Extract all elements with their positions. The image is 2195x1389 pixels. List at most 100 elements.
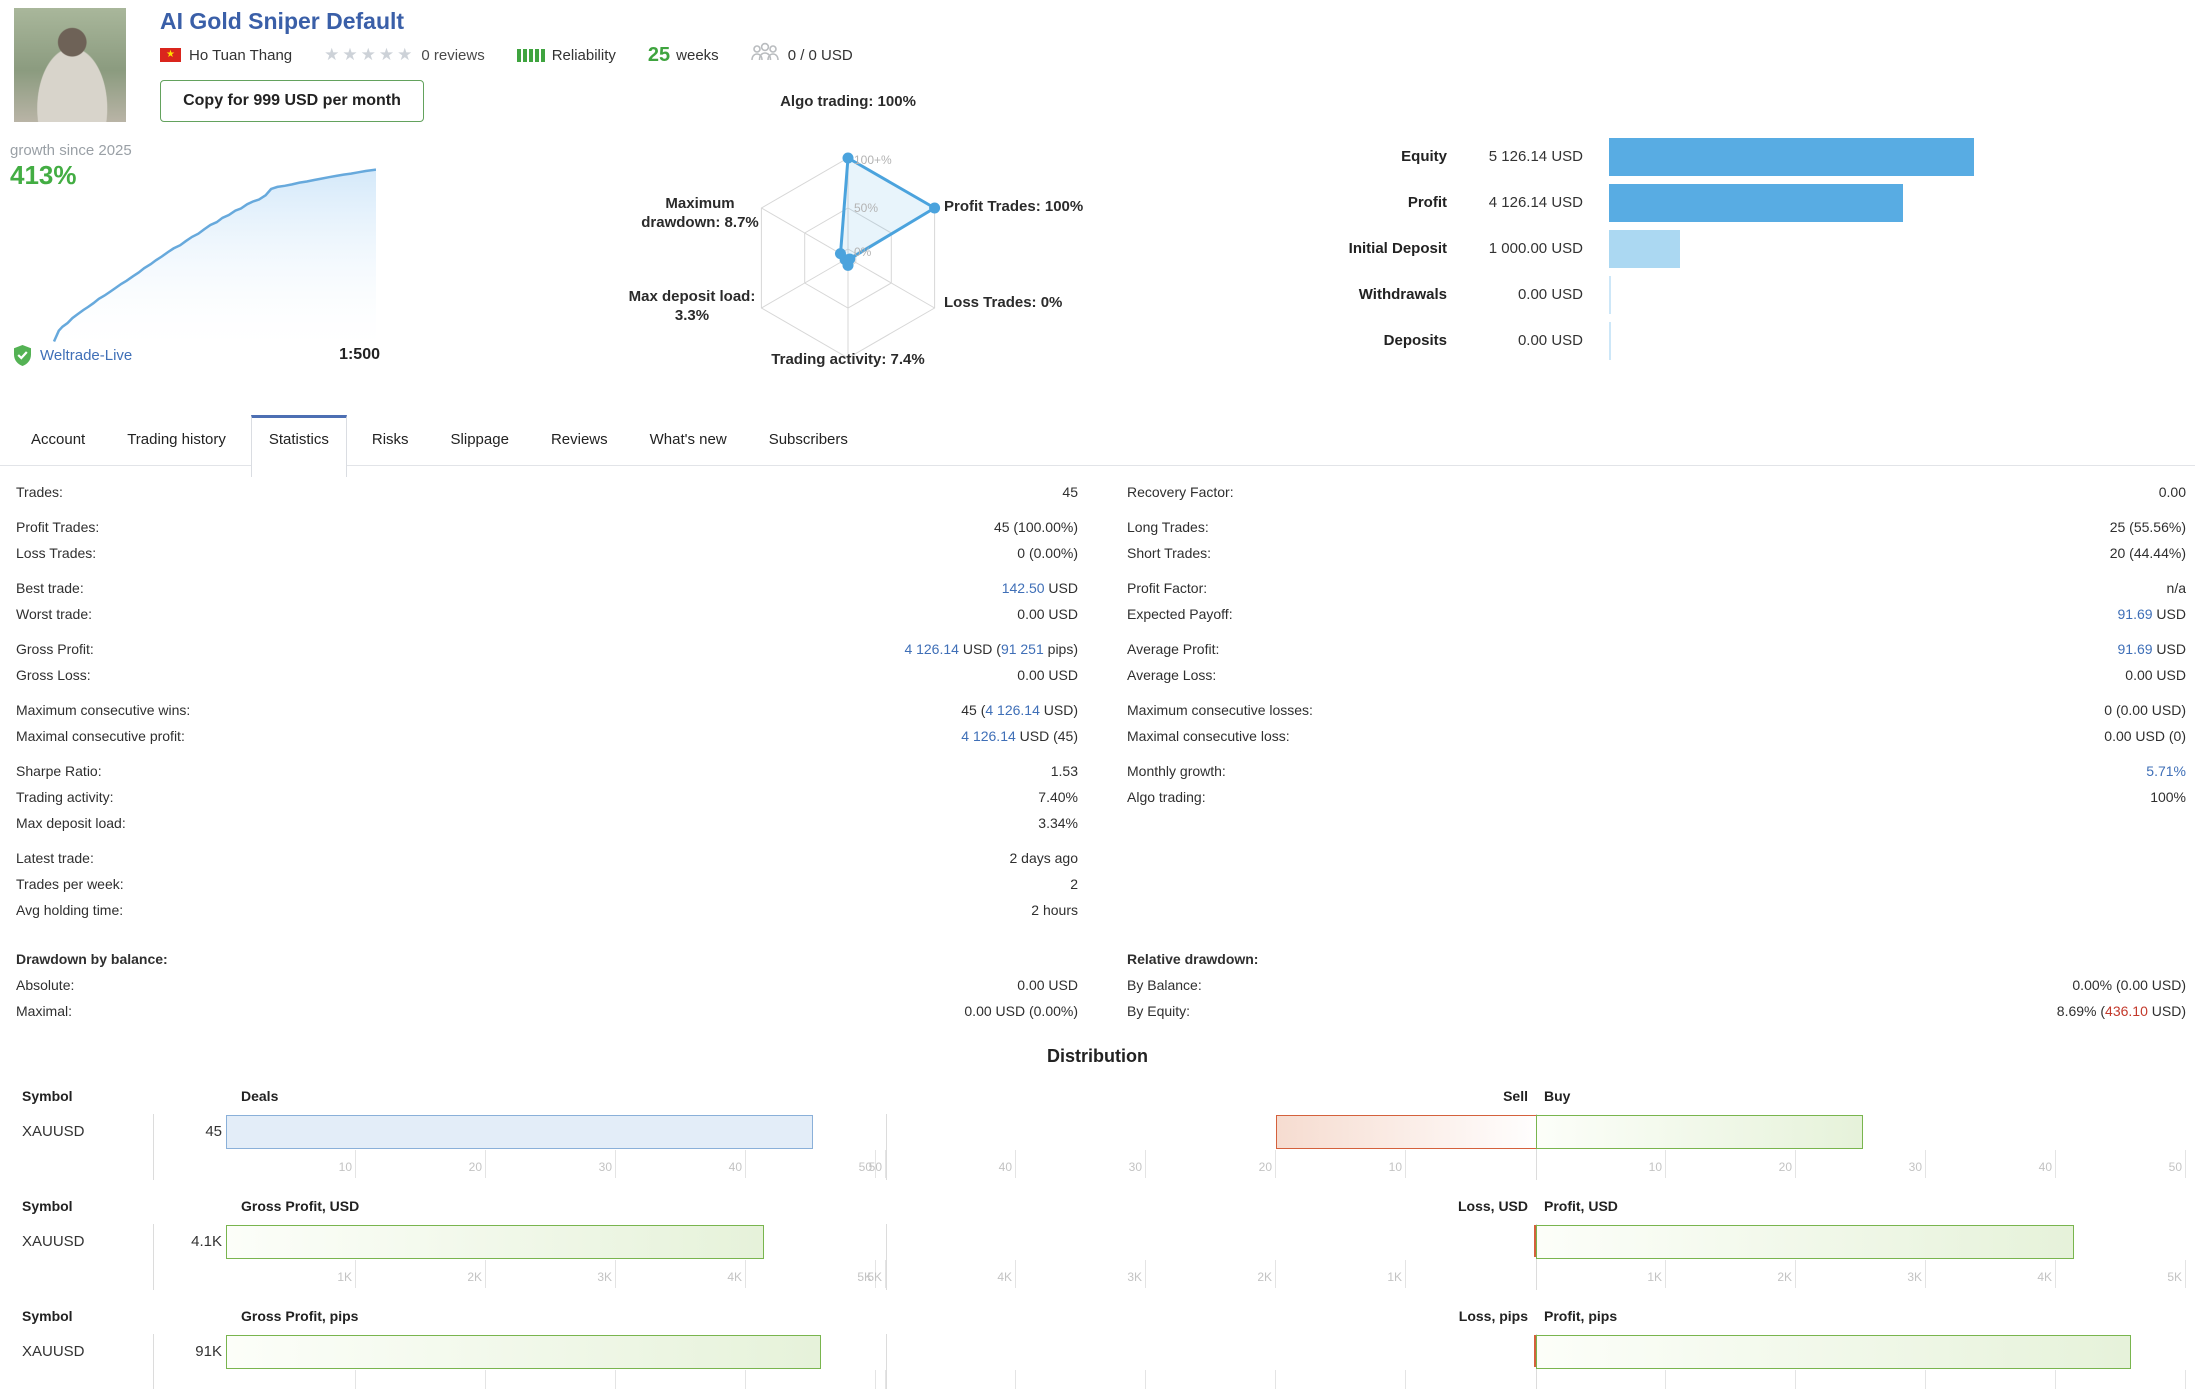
stat-value: 0.00 USD [1017, 667, 1078, 683]
subscribers-icon [749, 42, 781, 68]
vietnam-flag-icon: ★ [160, 48, 181, 62]
axis-tick [1795, 1150, 1796, 1178]
tab-what-s-new[interactable]: What's new [633, 415, 744, 465]
distribution-bar-sell [1276, 1115, 1538, 1149]
distribution-symbol: XAUUSD [22, 1233, 85, 1250]
stats-row: Maximal: 0.00 USD (0.00%) By Equity: 8.69% … [0, 998, 2195, 1024]
stat-label: Maximal consecutive loss: [1127, 728, 1290, 744]
distribution-value: 4.1K [191, 1233, 222, 1250]
balance-value: 0.00 USD [1517, 332, 1583, 349]
tab-trading-history[interactable]: Trading history [110, 415, 243, 465]
copy-button[interactable]: Copy for 999 USD per month [160, 80, 424, 122]
stats-row: Loss Trades: 0 (0.00%) Short Trades: 20 (44… [0, 540, 2195, 566]
tab-slippage[interactable]: Slippage [434, 415, 526, 465]
tab-subscribers[interactable]: Subscribers [752, 415, 865, 465]
axis-tick [1925, 1150, 1926, 1178]
stat-value: 5.71% [2146, 763, 2186, 779]
stat-label: Maximal: [16, 1003, 73, 1019]
stat-label: Trades: [16, 484, 63, 500]
axis-tick [1015, 1370, 1016, 1389]
balance-label: Deposits [1383, 332, 1447, 349]
axis-tick-label: 50 [2168, 1160, 2182, 1174]
balance-label: Equity [1401, 148, 1447, 165]
stat-value: 0.00 [2158, 484, 2186, 500]
tab-bar: Account Trading history Statistics Risks Sli… [0, 415, 2195, 477]
stat-label: Loss Trades: [16, 545, 97, 561]
author-link[interactable]: Ho Tuan Thang [189, 47, 292, 64]
stats-row: Trading activity: 7.40% Algo trading: 100% [0, 784, 2195, 810]
stat-label: Long Trades: [1127, 519, 1209, 535]
axis-tick [745, 1260, 746, 1288]
stat-label: Gross Profit: [16, 641, 94, 657]
balance-label: Withdrawals [1358, 286, 1447, 303]
axis-tick-label: 20 [1258, 1160, 1272, 1174]
tab-risks[interactable]: Risks [355, 415, 426, 465]
stat-label: By Balance: [1127, 977, 1202, 993]
signal-page: AI Gold Sniper Default ★ Ho Tuan Thang ★… [0, 0, 2195, 1389]
distribution-bar-left [226, 1115, 813, 1149]
distribution-bar-left [226, 1225, 764, 1259]
stat-label: By Equity: [1127, 1003, 1191, 1019]
axis-tick [1145, 1150, 1146, 1178]
axis-tick-label: 40 [998, 1160, 1012, 1174]
weeks-value: 25 [647, 43, 671, 66]
axis-tick-label: 30 [1128, 1160, 1142, 1174]
stats-row: Absolute: 0.00 USD By Balance: 0.00% (0.00 … [0, 972, 2195, 998]
reliability-label: Reliability [551, 46, 616, 64]
column-separator-line [153, 1114, 154, 1180]
stat-label: Avg holding time: [16, 902, 124, 918]
stat-value: 4 126.14 USD (45) [961, 728, 1078, 744]
stat-value: 0.00 USD [2125, 667, 2186, 683]
stat-label: Max deposit load: [16, 815, 126, 831]
column-separator-line [886, 1224, 887, 1290]
stats-row: Avg holding time: 2 hours [0, 897, 2195, 923]
stats-row: Gross Profit: 4 126.14 USD (91 251 pips) A… [0, 636, 2195, 662]
stat-label: Latest trade: [16, 850, 94, 866]
stat-value: 2 [1070, 876, 1078, 892]
axis-tick [1925, 1370, 1926, 1389]
stats-row: Profit Trades: 45 (100.00%) Long Trades: 25… [0, 514, 2195, 540]
stat-value: 0.00 USD [1017, 977, 1078, 993]
axis-tick-label: 40 [728, 1160, 742, 1174]
tab-account[interactable]: Account [14, 415, 102, 465]
axis-tick [1795, 1260, 1796, 1288]
axis-tick [2055, 1260, 2056, 1288]
stat-label: Algo trading: [1127, 789, 1206, 805]
author-row: ★ Ho Tuan Thang ★★★★★ 0 reviews Reliabil… [160, 42, 853, 68]
axis-tick [355, 1260, 356, 1288]
stats-row: Worst trade: 0.00 USD Expected Payoff: 91.6… [0, 601, 2195, 627]
tab-reviews[interactable]: Reviews [534, 415, 625, 465]
stat-value: 0.00% (0.00 USD) [2072, 977, 2186, 993]
stats-row: Trades per week: 2 [0, 871, 2195, 897]
tab-statistics[interactable]: Statistics [250, 415, 347, 477]
distribution-bar-buy [1536, 1115, 1863, 1149]
distribution-metric-header: Gross Profit, pips [241, 1308, 359, 1324]
axis-tick [1795, 1370, 1796, 1389]
axis-tick [885, 1260, 886, 1288]
stat-label: Maximal consecutive profit: [16, 728, 185, 744]
distribution-bar-left [226, 1335, 821, 1369]
distribution-symbol: XAUUSD [22, 1343, 85, 1360]
axis-tick-label: 1K [337, 1270, 352, 1284]
axis-tick-label: 40 [2038, 1160, 2052, 1174]
distribution-metric-header: Gross Profit, USD [241, 1198, 360, 1214]
stat-label: Drawdown by balance: [16, 951, 168, 967]
stat-label: Trades per week: [16, 876, 124, 892]
stat-label: Profit Factor: [1127, 580, 1208, 596]
balance-row: Equity 5 126.14 USD [0, 134, 2195, 180]
rating-stars-icon: ★★★★★ [324, 45, 416, 64]
axis-tick [1015, 1150, 1016, 1178]
stat-value: 0 (0.00 USD) [2104, 702, 2186, 718]
axis-tick-label: 5K [2167, 1270, 2182, 1284]
axis-tick [2185, 1370, 2186, 1389]
reviews-link[interactable]: 0 reviews [421, 47, 484, 64]
axis-tick [745, 1370, 746, 1389]
balance-value: 1 000.00 USD [1488, 240, 1583, 257]
stats-row: Trades: 45 Recovery Factor: 0.00 [0, 479, 2195, 505]
balance-label: Profit [1407, 194, 1447, 211]
stat-value: 3.34% [1038, 815, 1078, 831]
statistics-table: Trades: 45 Recovery Factor: 0.00 Profit Trad… [0, 479, 2195, 1024]
axis-tick [485, 1150, 486, 1178]
axis-tick [1275, 1370, 1276, 1389]
axis-tick-label: 30 [598, 1160, 612, 1174]
